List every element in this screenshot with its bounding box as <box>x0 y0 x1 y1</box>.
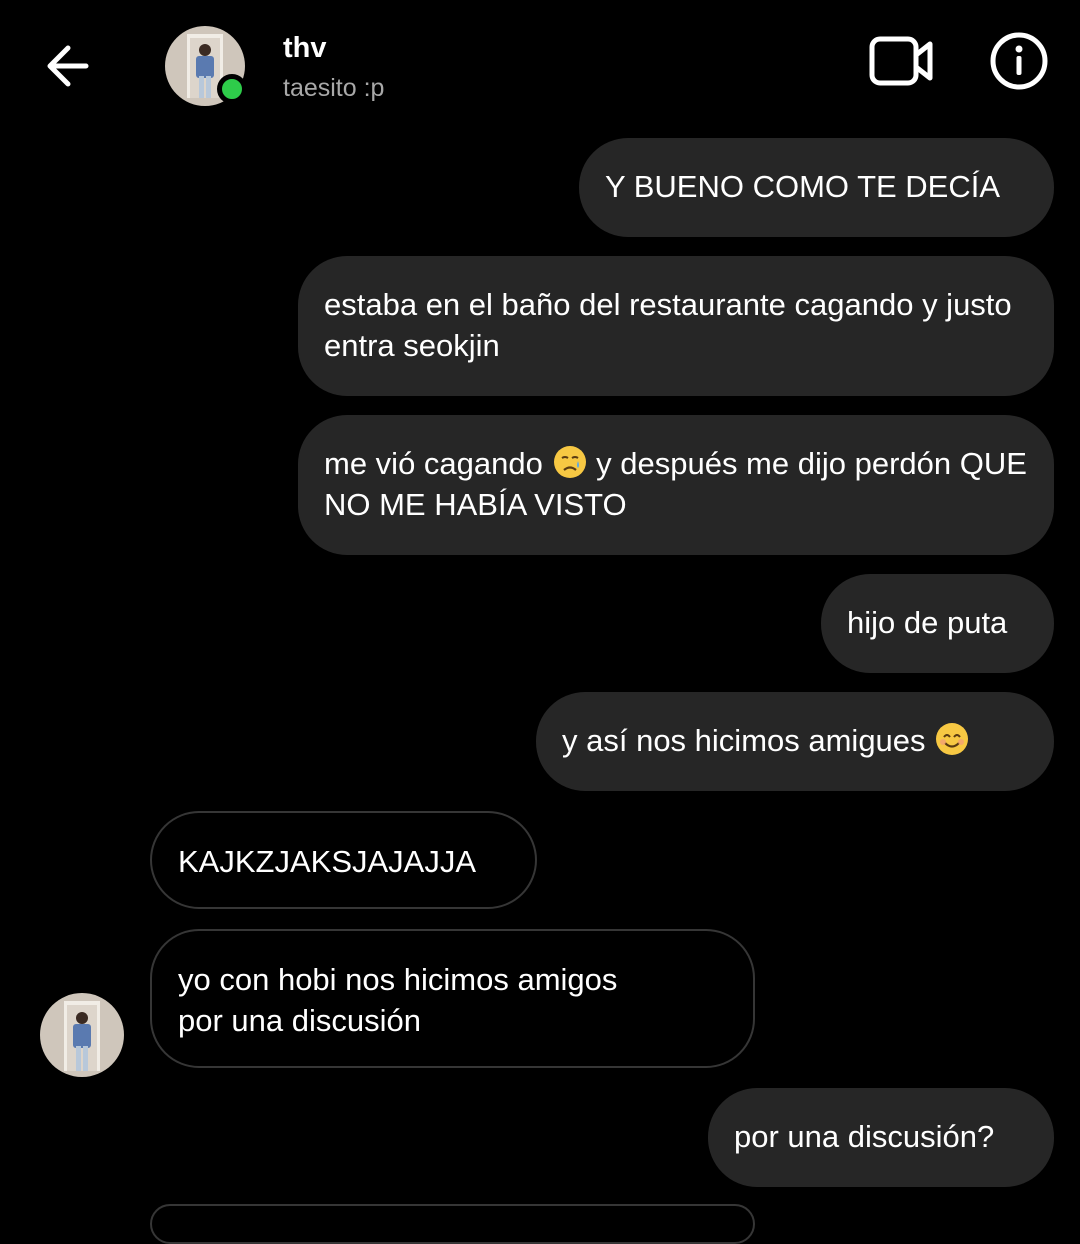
message-text: yo con hobi nos hicimos amigos <box>178 962 618 997</box>
message-bubble-outgoing[interactable]: hijo de puta <box>821 574 1054 673</box>
message-text: estaba en el baño del restaurante cagand… <box>324 287 1012 363</box>
message-bubble-outgoing[interactable]: y así nos hicimos amigues <box>536 692 1054 791</box>
message-text: hijo de puta <box>847 605 1008 640</box>
message-text: me vió cagando <box>324 446 543 481</box>
message-thread: Y BUENO COMO TE DECÍA estaba en el baño … <box>0 0 1080 1244</box>
message-text: Y BUENO COMO TE DECÍA <box>605 169 1001 204</box>
smiling-face-icon <box>936 723 969 755</box>
message-text: por una discusión? <box>734 1119 995 1154</box>
sender-avatar[interactable] <box>40 993 124 1077</box>
message-text: por una discusión <box>178 1003 421 1038</box>
message-bubble-outgoing[interactable]: por una discusión? <box>708 1088 1054 1187</box>
message-bubble-outgoing[interactable]: estaba en el baño del restaurante cagand… <box>298 256 1054 396</box>
message-bubble-outgoing[interactable]: Y BUENO COMO TE DECÍA <box>579 138 1054 237</box>
message-text: y así nos hicimos amigues <box>562 723 926 758</box>
avatar <box>40 993 124 1077</box>
message-text: KAJKZJAKSJAJAJJA <box>178 844 477 879</box>
crying-face-icon <box>553 446 586 478</box>
message-bubble-outgoing[interactable]: me vió cagando y después me dijo perdón … <box>298 415 1054 555</box>
message-bubble-incoming-partial[interactable] <box>150 1204 755 1244</box>
message-bubble-incoming[interactable]: KAJKZJAKSJAJAJJA <box>150 811 537 909</box>
message-bubble-incoming[interactable]: yo con hobi nos hicimos amigos por una d… <box>150 929 755 1068</box>
